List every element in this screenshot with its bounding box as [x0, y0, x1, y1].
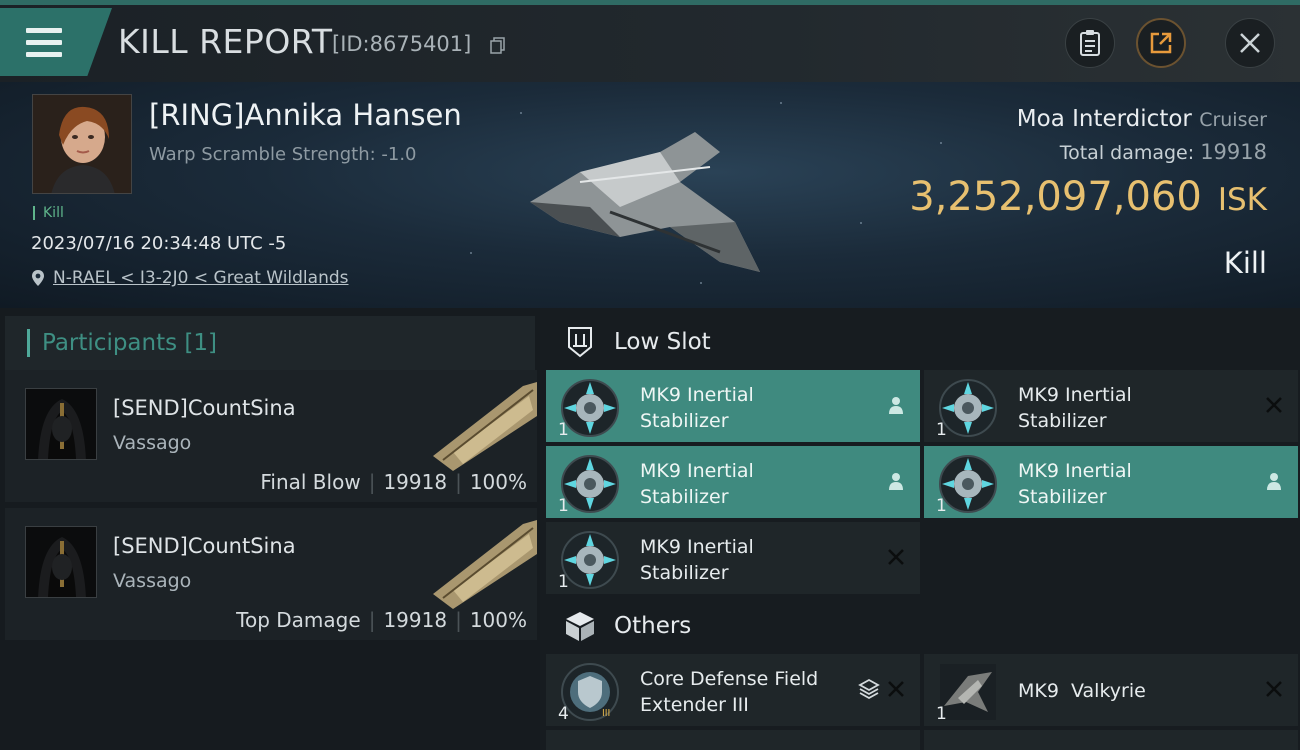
location-pin-icon — [32, 270, 44, 286]
location-link[interactable]: N-RAEL < I3-2J0 < Great Wildlands — [53, 268, 349, 288]
close-button[interactable] — [1225, 18, 1275, 68]
participant-damage: 19918 — [383, 608, 448, 632]
victim-portrait[interactable] — [32, 94, 132, 194]
kill-timestamp: 2023/07/16 20:34:48 UTC -5 — [31, 233, 287, 254]
module-slot[interactable]: 1 MK9 Valkyrie — [924, 654, 1298, 726]
module-slot[interactable]: III 4 Core Defense Field Extender III — [546, 654, 920, 726]
fitted-user-icon — [889, 473, 903, 490]
destroyed-x-icon — [888, 549, 904, 565]
others-header: Others — [546, 596, 1296, 656]
page-title: KILL REPORT — [118, 22, 333, 61]
participant-role: Top Damage — [236, 608, 361, 632]
fitted-user-icon — [889, 397, 903, 414]
participant-ship: Vassago — [113, 432, 192, 454]
clipboard-icon — [1080, 30, 1100, 56]
report-id: [ID:8675401] — [332, 32, 472, 56]
inertial-stabilizer-icon — [939, 379, 997, 437]
participant-role: Final Blow — [260, 470, 361, 494]
module-quantity: 1 — [936, 704, 947, 724]
module-slot[interactable]: 1 MK9 Inertial Stabilizer — [546, 522, 920, 594]
participant-stats: Top Damage | 19918 | 100% — [236, 608, 527, 632]
destroyed-x-icon — [1266, 681, 1282, 697]
kill-tag: Kill — [33, 206, 64, 220]
cube-icon — [562, 608, 598, 644]
module-name: MK9 Inertial Stabilizer — [640, 384, 754, 432]
module-quantity: 1 — [558, 420, 569, 440]
top-bar: KILL REPORT [ID:8675401] — [0, 0, 1300, 82]
result-label: Kill — [1223, 246, 1267, 280]
module-slot[interactable]: 1 MK9 Inertial Stabilizer — [924, 370, 1298, 442]
module-name: MK9 Inertial Stabilizer — [1018, 460, 1132, 508]
drone-icon — [940, 664, 996, 720]
menu-button[interactable] — [0, 8, 112, 76]
participant-name[interactable]: [SEND]CountSina — [113, 534, 296, 558]
fitted-user-icon — [1267, 473, 1281, 490]
destroyed-x-icon — [1266, 397, 1282, 413]
low-slot-header: Low Slot — [546, 312, 1296, 372]
menu-icon — [26, 28, 62, 33]
close-icon — [1240, 33, 1260, 53]
inertial-stabilizer-icon — [939, 455, 997, 513]
inertial-stabilizer-icon — [561, 531, 619, 589]
ship-class: Cruiser — [1199, 109, 1267, 131]
participant-damage: 19918 — [383, 470, 448, 494]
destroyed-x-icon — [888, 681, 904, 697]
participant-card[interactable]: [SEND]CountSina Vassago Top Damage | 199… — [5, 508, 537, 640]
participant-name[interactable]: [SEND]CountSina — [113, 396, 296, 420]
copy-icon[interactable] — [490, 37, 505, 54]
module-quantity: 1 — [558, 572, 569, 592]
inertial-stabilizer-icon — [561, 455, 619, 513]
inertial-stabilizer-icon — [561, 379, 619, 437]
pilot-portrait-image — [33, 95, 131, 193]
participants-panel: Participants [1] [SEND]CountSina Vassago… — [0, 308, 540, 750]
warp-scramble-strength: Warp Scramble Strength: -1.0 — [149, 144, 417, 165]
kill-location[interactable]: N-RAEL < I3-2J0 < Great Wildlands — [31, 268, 349, 288]
participants-header[interactable]: Participants [1] — [5, 316, 535, 370]
module-slot[interactable]: 1 MK9 Inertial Stabilizer — [546, 370, 920, 442]
module-quantity: 4 — [558, 704, 569, 724]
victim-name[interactable]: [RING]Annika Hansen — [149, 98, 462, 132]
participant-percent: 100% — [469, 608, 527, 632]
ship-name[interactable]: Moa Interdictor Cruiser — [1017, 106, 1267, 132]
participant-ship-image — [433, 382, 537, 471]
module-slot[interactable]: 1 MK9 Inertial Stabilizer — [924, 446, 1298, 518]
module-slot-partial[interactable] — [546, 730, 920, 750]
module-name: MK9 Inertial Stabilizer — [640, 460, 754, 508]
module-name: MK9 Inertial Stabilizer — [640, 536, 754, 584]
module-slot[interactable]: 1 MK9 Inertial Stabilizer — [546, 446, 920, 518]
module-quantity: 1 — [936, 496, 947, 516]
hooded-pilot-image — [26, 389, 96, 459]
participant-stats: Final Blow | 19918 | 100% — [260, 470, 527, 494]
clipboard-button[interactable] — [1065, 18, 1115, 68]
module-name: MK9 Valkyrie — [1018, 680, 1146, 702]
participant-ship-image — [433, 520, 537, 609]
isk-unit: ISK — [1217, 182, 1267, 218]
module-name: Core Defense Field Extender III — [640, 668, 819, 716]
participant-percent: 100% — [469, 470, 527, 494]
module-name: MK9 Inertial Stabilizer — [1018, 384, 1132, 432]
participant-ship: Vassago — [113, 570, 192, 592]
share-button[interactable] — [1136, 18, 1186, 68]
low-slot-icon — [562, 324, 598, 360]
total-damage: Total damage: 19918 — [1059, 140, 1267, 164]
total-damage-value: 19918 — [1200, 140, 1267, 164]
participant-avatar[interactable] — [25, 388, 97, 460]
shield-extender-icon: III — [561, 663, 619, 721]
svg-text:III: III — [602, 708, 610, 719]
share-icon — [1150, 32, 1172, 54]
module-slot-partial[interactable] — [924, 730, 1298, 750]
participant-card[interactable]: [SEND]CountSina Vassago Final Blow | 199… — [5, 370, 537, 502]
top-accent-line — [0, 0, 1300, 5]
module-quantity: 1 — [558, 496, 569, 516]
hooded-pilot-image — [26, 527, 96, 597]
module-quantity: 1 — [936, 420, 947, 440]
participant-avatar[interactable] — [25, 526, 97, 598]
isk-value: 3,252,097,060 ISK — [909, 174, 1267, 220]
stack-layers-icon — [858, 678, 880, 700]
victim-ship-image — [530, 132, 760, 272]
victim-panel: [RING]Annika Hansen Warp Scramble Streng… — [0, 82, 1300, 308]
